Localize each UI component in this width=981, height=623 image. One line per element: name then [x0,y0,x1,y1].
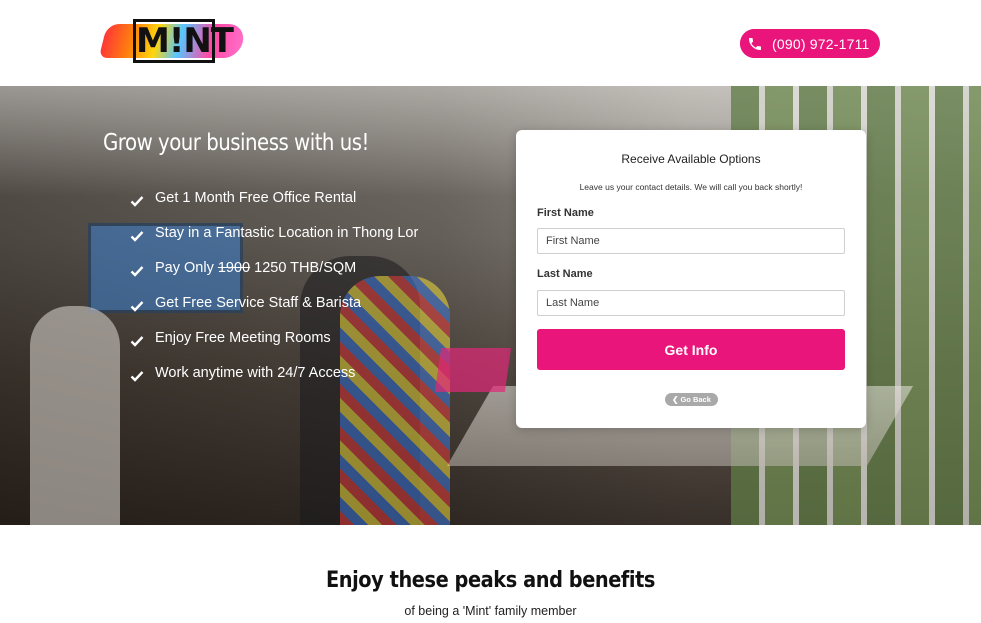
benefit-text: Work anytime with 24/7 Access [155,364,356,381]
benefit-text: Stay in a Fantastic Location in Thong Lo… [155,224,419,241]
benefit-text: Enjoy Free Meeting Rooms [155,329,331,346]
phone-number: (090) 972-1711 [772,35,870,52]
hero-title: Grow your business with us! [103,130,369,156]
benefit-text: Get 1 Month Free Office Rental [155,189,357,206]
logo-text: M!NT [133,19,234,63]
check-icon [130,335,144,347]
benefit-item: Work anytime with 24/7 Access [130,355,418,390]
benefits-section-subtitle: of being a 'Mint' family member [404,604,577,618]
new-price: 1250 THB/SQM [250,259,357,276]
hero-photo-person [30,306,120,525]
benefit-text: Pay Only 1900 1250 THB/SQM [155,260,356,276]
benefit-item: Pay Only 1900 1250 THB/SQM [130,250,418,285]
old-price: 1900 [217,259,251,276]
get-info-button[interactable]: Get Info [537,329,845,370]
mint-logo[interactable]: M!NT [98,16,248,66]
first-name-label: First Name [537,207,594,219]
contact-form-card: Receive Available Options Leave us your … [516,130,866,428]
hero-section: Grow your business with us! Get 1 Month … [0,86,981,525]
check-icon [130,230,144,242]
check-icon [130,370,144,382]
last-name-input[interactable] [537,290,845,316]
price-prefix: Pay Only [155,259,218,276]
benefits-list: Get 1 Month Free Office Rental Stay in a… [130,180,418,390]
hero-photo-laptop [434,348,512,392]
form-title: Receive Available Options [621,152,761,166]
form-subtitle: Leave us your contact details. We will c… [579,182,803,192]
benefits-section-title: Enjoy these peaks and benefits [325,568,656,593]
site-header: M!NT (090) 972-1711 [0,0,981,86]
check-icon [130,300,144,312]
benefit-item: Enjoy Free Meeting Rooms [130,320,418,355]
last-name-label: Last Name [537,268,593,280]
check-icon [130,265,144,277]
phone-icon [740,29,769,58]
benefit-item: Get 1 Month Free Office Rental [130,180,418,215]
phone-button[interactable]: (090) 972-1711 [740,29,880,58]
first-name-input[interactable] [537,228,845,254]
go-back-button[interactable]: ❮ Go Back [665,393,718,406]
check-icon [130,195,144,207]
benefit-item: Get Free Service Staff & Barista [130,285,418,320]
benefit-item: Stay in a Fantastic Location in Thong Lo… [130,215,418,250]
benefit-text: Get Free Service Staff & Barista [155,294,362,311]
